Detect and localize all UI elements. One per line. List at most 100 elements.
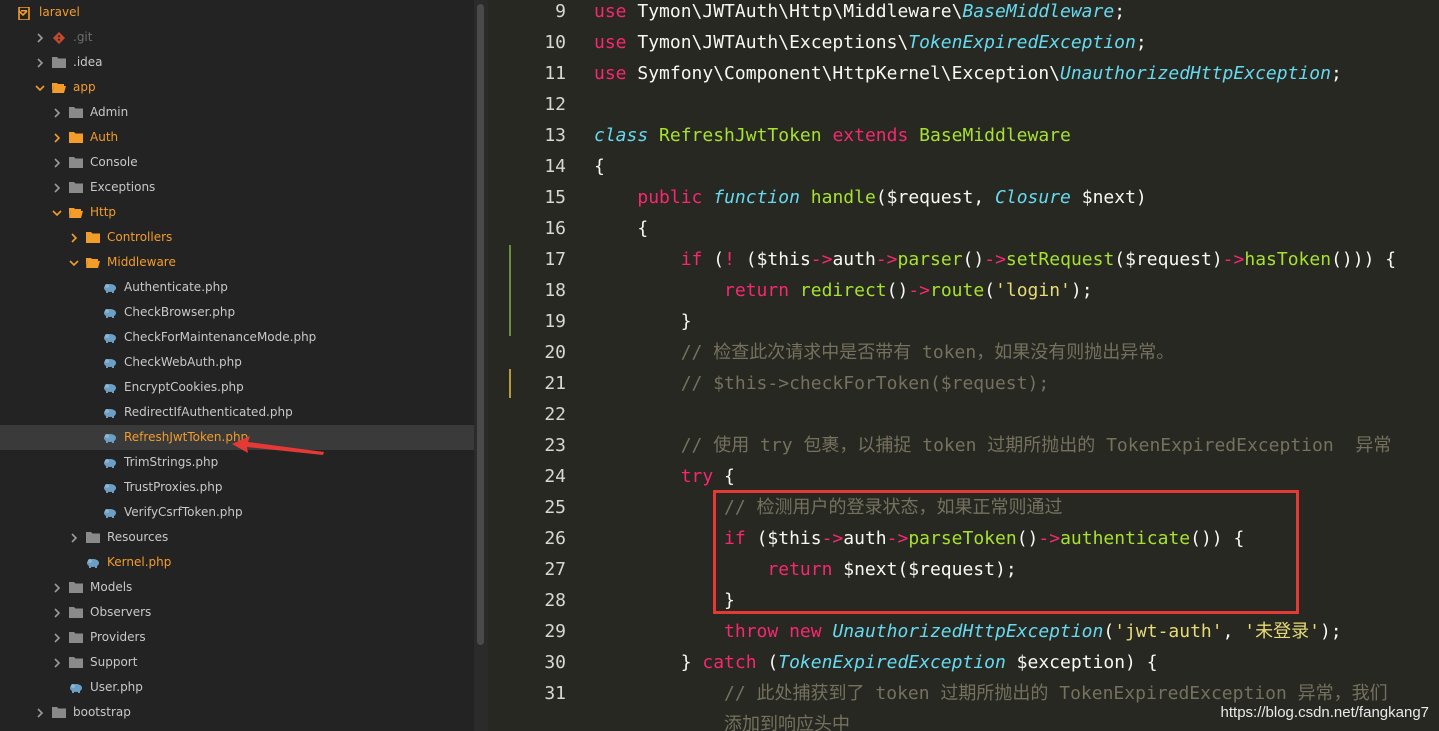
code-line[interactable]: throw new UnauthorizedHttpException('jwt… <box>594 616 1342 647</box>
line-number: 28 <box>544 590 566 611</box>
code-token: -> <box>984 249 1006 270</box>
code-line[interactable]: 添加到响应头中 <box>594 709 850 731</box>
code-token: public <box>637 187 703 208</box>
code-line[interactable]: // 检查此次请求中是否带有 token，如果没有则抛出异常。 <box>594 337 1175 368</box>
code-token: ($request) <box>1114 249 1223 270</box>
line-number: 17 <box>544 249 566 270</box>
code-token: ); <box>1319 621 1342 642</box>
code-token: route <box>930 280 985 301</box>
code-token: ( <box>702 249 725 270</box>
code-token: handle <box>810 187 876 208</box>
line-number: 13 <box>544 125 566 146</box>
code-token: -> <box>1222 249 1245 270</box>
git-change-marker <box>509 245 511 336</box>
line-number: 31 <box>544 683 566 704</box>
code-token: setRequest <box>1005 249 1115 270</box>
line-number: 19 <box>544 311 566 332</box>
code-token: Symfony\Component\HttpKernel\Exception\ <box>626 63 1060 84</box>
code-token: TokenExpiredException <box>908 32 1136 53</box>
code-token: $next) <box>1070 187 1147 208</box>
code-token: () <box>962 249 985 270</box>
sidebar-scrollbar-thumb[interactable] <box>477 4 484 645</box>
line-number: 21 <box>544 373 566 394</box>
code-token: // $this->checkForToken($request); <box>680 373 1050 394</box>
code-token: () <box>886 280 909 301</box>
code-token: ! <box>724 249 735 270</box>
code-line[interactable]: } <box>594 306 692 337</box>
code-token: catch <box>702 652 757 673</box>
line-number: 24 <box>544 466 566 487</box>
code-token: -> <box>810 249 833 270</box>
line-number: 18 <box>544 280 566 301</box>
code-token: UnauthorizedHttpException <box>832 621 1104 642</box>
line-number: 22 <box>544 404 566 425</box>
code-token: // 检查此次请求中是否带有 token，如果没有则抛出异常。 <box>680 342 1175 363</box>
code-token: use <box>594 1 627 22</box>
code-line[interactable]: use Tymon\JWTAuth\Http\Middleware\BaseMi… <box>594 0 1125 27</box>
code-token: UnauthorizedHttpException <box>1060 63 1331 84</box>
code-line[interactable]: // 使用 try 包裹，以捕捉 token 过期所抛出的 TokenExpir… <box>594 430 1392 461</box>
code-token: ($request, <box>875 187 996 208</box>
code-token: return <box>724 280 790 301</box>
code-token: BaseMiddleware <box>919 125 1071 146</box>
code-token: throw <box>724 621 779 642</box>
code-token: -> <box>908 280 930 301</box>
code-token: function <box>713 187 800 208</box>
code-token: 'login' <box>995 280 1071 301</box>
code-token: ; <box>1114 1 1126 22</box>
line-number: 11 <box>544 63 566 84</box>
code-line[interactable]: public function handle($request, Closure… <box>594 182 1147 213</box>
code-token: 'jwt-auth' <box>1114 621 1223 642</box>
code-line[interactable]: { <box>594 151 605 182</box>
code-token: ; <box>1135 32 1147 53</box>
line-number: 20 <box>544 342 566 363</box>
line-number: 29 <box>544 621 566 642</box>
line-number: 30 <box>544 652 566 673</box>
code-token: ( <box>1103 621 1115 642</box>
line-number: 12 <box>544 94 566 115</box>
code-token: ( <box>756 652 779 673</box>
line-number: 23 <box>544 435 566 456</box>
code-editor[interactable]: 9 use Tymon\JWTAuth\Http\Middleware\BaseM… <box>488 0 1439 731</box>
code-token: { <box>594 218 649 239</box>
code-line[interactable]: try { <box>594 461 735 492</box>
code-token: class <box>594 125 649 146</box>
code-token: -> <box>875 249 898 270</box>
code-line[interactable]: // $this->checkForToken($request); <box>594 368 1049 399</box>
code-token: , <box>1222 621 1245 642</box>
code-token: use <box>594 63 627 84</box>
code-line[interactable]: return redirect()->route('login'); <box>594 275 1093 306</box>
code-line[interactable]: } catch (TokenExpiredException $exceptio… <box>594 647 1158 678</box>
code-token: RefreshJwtToken <box>659 125 822 146</box>
code-line[interactable]: class RefreshJwtToken extends BaseMiddle… <box>594 120 1071 151</box>
code-line[interactable]: if (! ($this->auth->parser()->setRequest… <box>594 244 1396 275</box>
code-token: hasToken <box>1244 249 1332 270</box>
code-line[interactable]: use Symfony\Component\HttpKernel\Excepti… <box>594 58 1342 89</box>
code-token: $exception) { <box>1005 652 1158 673</box>
code-token: if <box>680 249 703 270</box>
line-number: 16 <box>544 218 566 239</box>
line-number: 9 <box>555 1 566 22</box>
code-token: Closure <box>995 187 1071 208</box>
code-line[interactable]: { <box>594 213 648 244</box>
code-token: new <box>789 621 822 642</box>
code-line[interactable]: use Tymon\JWTAuth\Exceptions\TokenExpire… <box>594 27 1147 58</box>
line-number: 25 <box>544 497 566 518</box>
watermark: https://blog.csdn.net/fangkang7 <box>1220 704 1429 721</box>
